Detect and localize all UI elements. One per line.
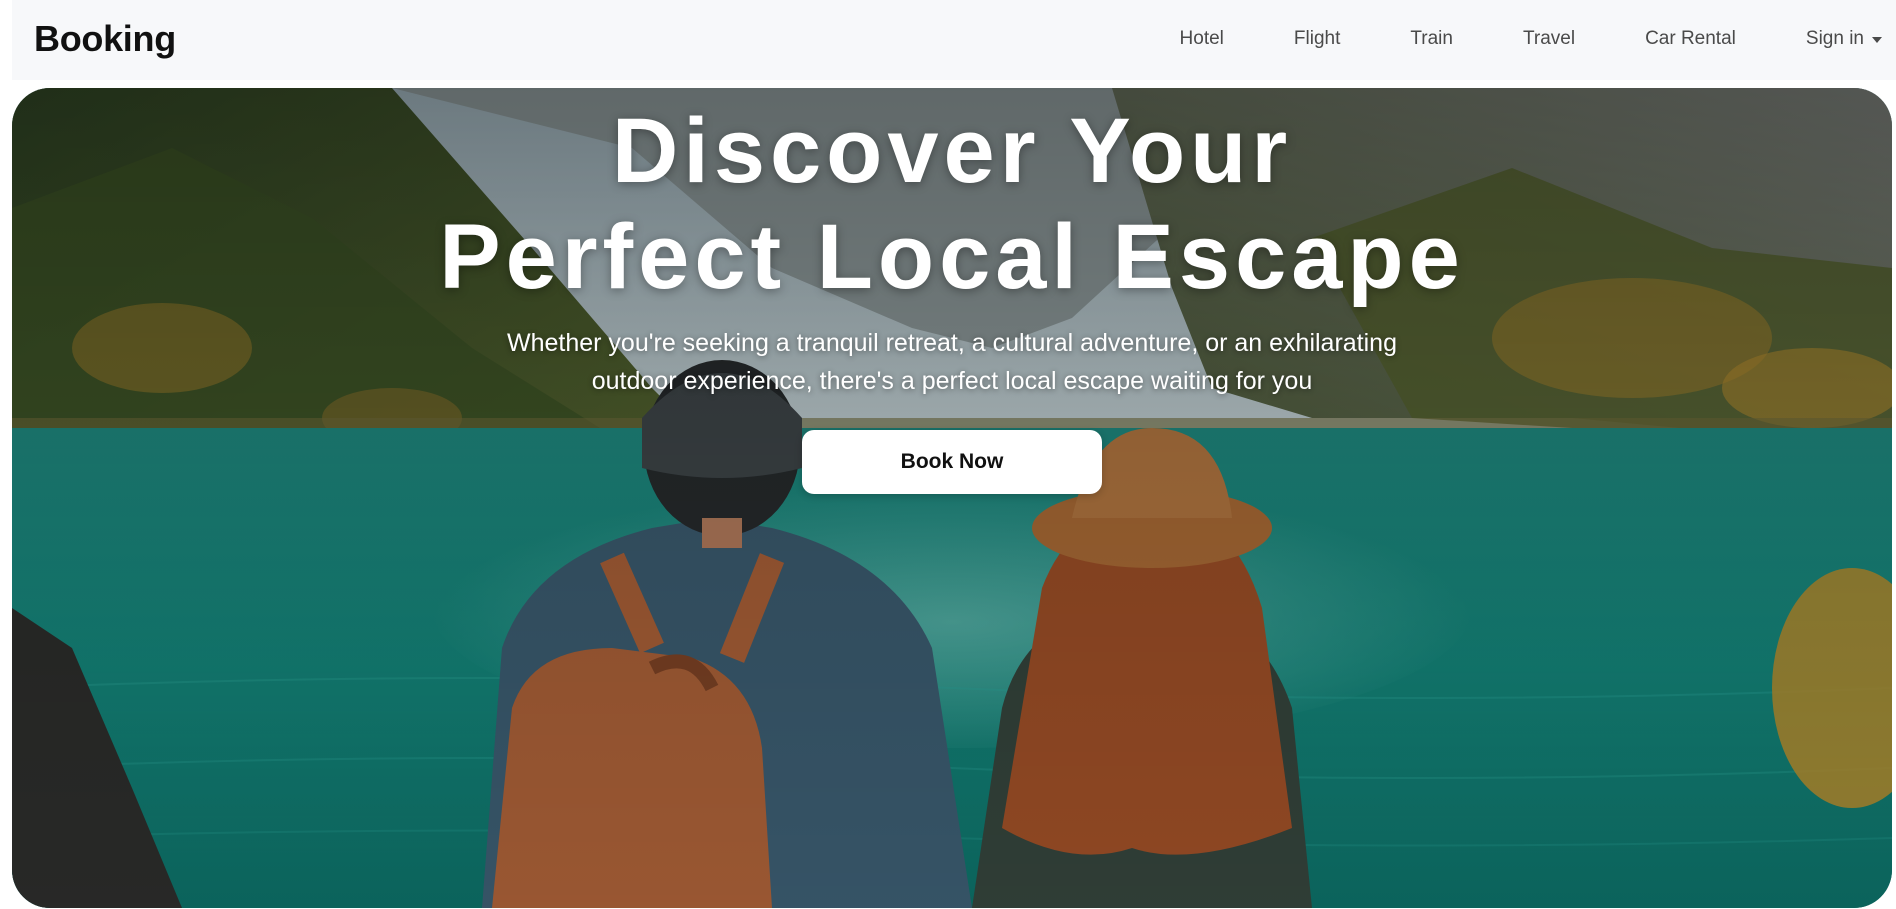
signin-dropdown[interactable]: Sign in — [1806, 28, 1882, 50]
nav-link-hotel[interactable]: Hotel — [1180, 28, 1224, 50]
hero-title: Discover Your Perfect Local Escape — [12, 88, 1892, 310]
top-navbar: Booking Hotel Flight Train Travel Car Re… — [12, 0, 1896, 80]
caret-down-icon — [1872, 37, 1882, 43]
nav-link-flight[interactable]: Flight — [1294, 28, 1340, 50]
nav-link-car-rental[interactable]: Car Rental — [1645, 28, 1736, 50]
hero-title-line2: Perfect Local Escape — [439, 206, 1465, 308]
book-now-button[interactable]: Book Now — [802, 430, 1102, 494]
brand-logo[interactable]: Booking — [34, 18, 176, 60]
hero-subtitle: Whether you're seeking a tranquil retrea… — [507, 329, 1397, 395]
nav-link-travel[interactable]: Travel — [1523, 28, 1575, 50]
hero-title-line1: Discover Your — [611, 100, 1293, 202]
nav-link-train[interactable]: Train — [1410, 28, 1453, 50]
hero-content: Discover Your Perfect Local Escape Wheth… — [12, 88, 1892, 494]
hero-section: Discover Your Perfect Local Escape Wheth… — [12, 88, 1892, 908]
signin-label: Sign in — [1805, 28, 1864, 49]
nav-links: Hotel Flight Train Travel Car Rental Sig… — [1110, 28, 1896, 50]
